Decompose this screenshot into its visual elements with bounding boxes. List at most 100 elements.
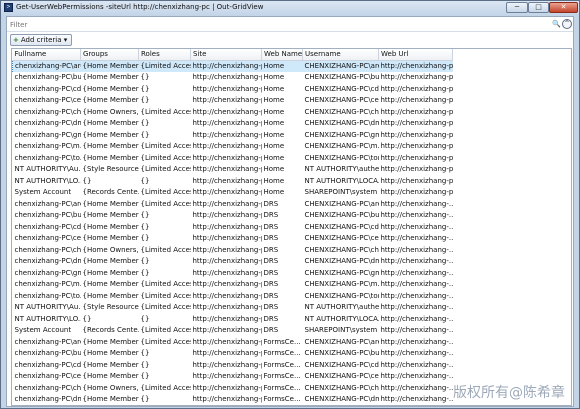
- table-cell: Home: [263, 130, 285, 139]
- table-row[interactable]: chenxizhang-PC\to...{Home Members}{Limit…: [13, 290, 453, 302]
- table-row[interactable]: chenxizhang-PC\ares{Home Members}{Limite…: [13, 198, 453, 210]
- table-row[interactable]: System Account {Records Cente... {Limited …: [13, 325, 453, 337]
- table-cell: FormsCe...: [263, 349, 301, 358]
- table-row[interactable]: chenxizhang-PC\m...{Home Members}{Limite…: [13, 141, 453, 153]
- table-row[interactable]: NT AUTHORITY\Au...{Style Resource...{Lim…: [13, 302, 453, 314]
- table-cell: DRS: [263, 326, 279, 335]
- table-cell: {Home Members}: [82, 199, 139, 208]
- table-row[interactable]: chenxizhang-PC\ceo{Home Members}{} http:/…: [13, 371, 453, 383]
- add-criteria-button[interactable]: + Add criteria ▾: [10, 34, 73, 46]
- table-row[interactable]: NT AUTHORITY\Au...{Style Resource...{Lim…: [13, 164, 453, 176]
- table-cell: http://chenxizhang-pc: [380, 84, 453, 93]
- table-cell: CHENXIZHANG-PC\m...: [304, 280, 379, 289]
- table-cell: CHENXIZHANG-PC\tom: [304, 291, 379, 300]
- table-row[interactable]: chenxizhang-PC\ch...{Home Owners,...{Lim…: [13, 382, 453, 394]
- filter-input[interactable]: [10, 19, 551, 30]
- table-cell: NT AUTHORITY\authe...: [304, 303, 379, 312]
- table-row[interactable]: chenxizhang-PC\m...{Home Members}{Limite…: [13, 279, 453, 291]
- table-cell: SHAREPOINT\system: [304, 188, 378, 197]
- table-row[interactable]: System Account {Records Cente... {Limited …: [13, 187, 453, 199]
- minimize-button[interactable]: ─: [506, 2, 528, 13]
- table-cell: http://chenxizhang-...: [380, 349, 453, 358]
- table-row[interactable]: chenxizhang-PC\ares{Home Members}{Limite…: [12, 60, 453, 72]
- table-cell: FormsCe...: [263, 383, 301, 392]
- table-row[interactable]: chenxizhang-PC\ceo{Home Members}{} http:/…: [13, 233, 453, 245]
- table-row[interactable]: chenxizhang-PC\ch...{Home Owners,...{Lim…: [13, 106, 453, 118]
- table-cell: http://chenxizhang-...: [380, 314, 453, 323]
- table-cell: {}: [140, 395, 150, 404]
- table-cell: chenxizhang-PC\ceo: [14, 234, 81, 243]
- table-cell: http://chenxizhang-pc: [380, 73, 453, 82]
- table-row[interactable]: chenxizhang-PC\ceo{Home Members}{} http:/…: [13, 95, 453, 107]
- table-cell: DRS: [263, 222, 279, 231]
- table-cell: {Home Members}: [82, 257, 139, 266]
- table-cell: NT AUTHORITY\Au...: [14, 165, 81, 174]
- table-cell: System Account: [14, 188, 72, 197]
- table-row[interactable]: chenxizhang-PC\bu{Home Members}{} http://…: [13, 72, 453, 84]
- table-row[interactable]: chenxizhang-PC\ch...{Home Owners,...{Lim…: [13, 244, 453, 256]
- maximize-button[interactable]: □: [528, 2, 549, 13]
- column-header-web-name[interactable]: Web Name: [261, 49, 303, 61]
- table-cell: CHENXIZHANG-PC\ares: [304, 337, 379, 346]
- table-row[interactable]: chenxizhang-PC\ares{Home Members}{Limite…: [13, 336, 453, 348]
- table-row[interactable]: chenxizhang-PC\bu{Home Members}{} http://…: [13, 348, 453, 360]
- watermark: 版权所有@陈希章: [453, 385, 565, 401]
- table-cell: http://chenxizhang-pc: [192, 96, 262, 105]
- table-row[interactable]: chenxizhang-PC\dm{Home Members}{} http://…: [13, 118, 453, 130]
- column-header-groups[interactable]: Groups: [80, 49, 139, 61]
- table-cell: CHENXIZHANG-PC\m...: [304, 142, 379, 151]
- table-cell: {Home Owners,...: [82, 245, 139, 254]
- table-cell: {Home Members}: [82, 153, 139, 162]
- table-cell: Home: [261, 60, 303, 72]
- table-row[interactable]: chenxizhang-PC\to...{Home Members}{Limit…: [13, 152, 453, 164]
- column-header-fullname[interactable]: Fullname: [12, 49, 81, 61]
- table-cell: {Home Members}: [82, 222, 139, 231]
- results-table: Fullname Groups Roles Site Web Name User…: [12, 49, 453, 405]
- table-row[interactable]: NT AUTHORITY\LO...{}{} http://chenxizhang…: [13, 175, 453, 187]
- column-header-roles[interactable]: Roles: [138, 49, 191, 61]
- column-header-site[interactable]: Site: [190, 49, 262, 61]
- table-cell: http://chenxizhang-pc: [190, 60, 262, 72]
- table-cell: CHENXIZHANG-PC\ch...: [304, 245, 379, 254]
- close-button[interactable]: ✕: [549, 2, 578, 13]
- table-cell: chenxizhang-PC\ch...: [14, 383, 81, 392]
- table-row[interactable]: chenxizhang-PC\dm{Home Members}{} http://…: [13, 394, 453, 406]
- table-cell: CHENXIZHANG-PC\cd: [304, 222, 379, 231]
- table-cell: {}: [140, 234, 150, 243]
- table-cell: {Limited Access}: [140, 383, 191, 392]
- table-row[interactable]: chenxizhang-PC\gm{Home Members}{} http://…: [13, 129, 453, 141]
- table-row[interactable]: chenxizhang-PC\gm{Home Members}{} http://…: [13, 267, 453, 279]
- collapse-icon[interactable]: ^: [562, 19, 572, 29]
- table-row[interactable]: chenxizhang-PC\cd{Home Members}{} http://…: [13, 83, 453, 95]
- table-cell: chenxizhang-PC\dm: [14, 119, 81, 128]
- table-cell: {Limited Access}: [140, 142, 191, 151]
- column-header-username[interactable]: Username: [302, 49, 379, 61]
- table-cell: {}: [140, 130, 150, 139]
- table-cell: SHAREPOINT\system: [304, 326, 378, 335]
- table-cell: CHENXIZHANG-PC\ceo: [304, 96, 379, 105]
- title-bar[interactable]: > Get-UserWebPermissions -siteUrl http:/…: [1, 1, 579, 15]
- table-row[interactable]: NT AUTHORITY\LO...{}{} http://chenxizhang…: [13, 313, 453, 325]
- table-cell: {Records Cente...: [82, 326, 139, 335]
- table-row[interactable]: chenxizhang-PC\cd{Home Members}{} http://…: [13, 359, 453, 371]
- table-cell: {Home Members}: [82, 234, 139, 243]
- table-cell: {Records Cente...: [82, 188, 139, 197]
- table-cell: {Home Owners,...: [82, 107, 139, 116]
- table-row[interactable]: chenxizhang-PC\dm{Home Members}{} http://…: [13, 256, 453, 268]
- table-cell: {Home Members}: [82, 337, 139, 346]
- table-cell: {}: [140, 73, 150, 82]
- table-cell: http://chenxizhang-pc: [192, 383, 262, 392]
- table-row[interactable]: chenxizhang-PC\bu{Home Members}{} http://…: [13, 210, 453, 222]
- results-grid[interactable]: Fullname Groups Roles Site Web Name User…: [11, 48, 572, 406]
- table-cell: http://chenxizhang-pc: [192, 176, 262, 185]
- table-cell: Home: [263, 107, 285, 116]
- column-header-web-url[interactable]: Web Url: [378, 49, 453, 61]
- window-title: Get-UserWebPermissions -siteUrl http://c…: [16, 3, 264, 11]
- table-cell: {Home Members}: [82, 349, 139, 358]
- table-cell: CHENXIZHANG-PC\tom: [304, 153, 379, 162]
- table-cell: http://chenxizhang-pc: [380, 176, 453, 185]
- search-icon[interactable]: 🔍: [552, 19, 561, 29]
- table-cell: {Limited Access}: [140, 280, 191, 289]
- table-cell: Home: [263, 84, 285, 93]
- table-row[interactable]: chenxizhang-PC\cd{Home Members}{} http://…: [13, 221, 453, 233]
